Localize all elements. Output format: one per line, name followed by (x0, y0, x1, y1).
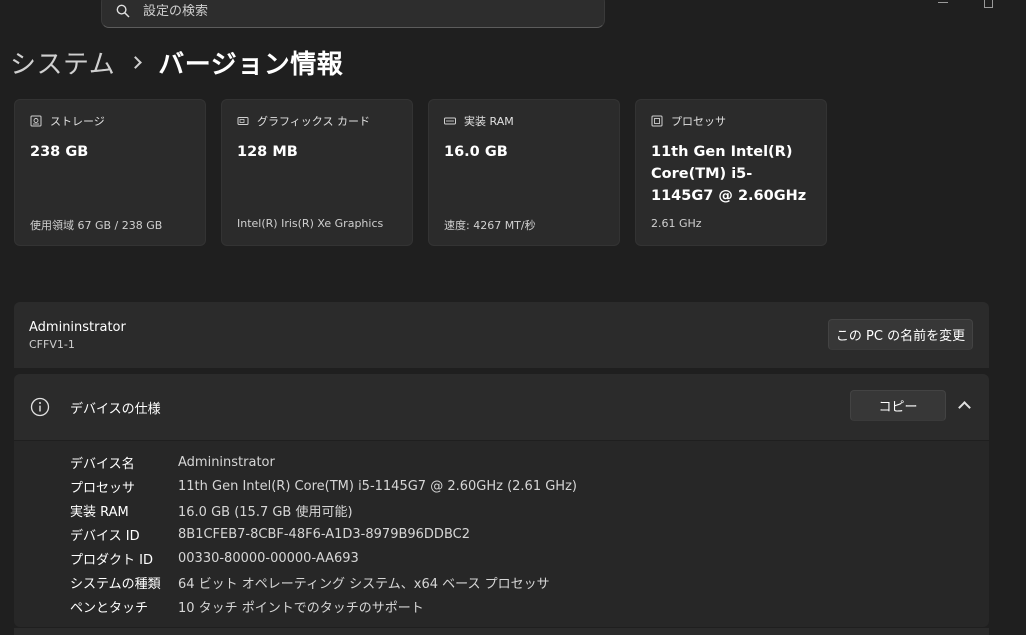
device-spec-title: デバイスの仕様 (70, 401, 161, 417)
spec-value: 64 ビット オペレーティング システム、x64 ベース プロセッサ (178, 576, 550, 592)
storage-card[interactable]: ストレージ 238 GB 使用領域 67 GB / 238 GB (14, 99, 206, 246)
card-label: グラフィックス カード (257, 115, 370, 128)
restore-button[interactable] (984, 0, 993, 8)
minimize-button[interactable] (938, 2, 948, 3)
spec-label: システムの種類 (70, 576, 161, 592)
spec-row: ペンとタッチ 10 タッチ ポイントでのタッチのサポート (14, 594, 989, 618)
spec-label: 実装 RAM (70, 504, 129, 520)
rename-pc-button[interactable]: この PC の名前を変更 (828, 319, 973, 350)
spec-row: システムの種類 64 ビット オペレーティング システム、x64 ベース プロセ… (14, 570, 989, 594)
search-box[interactable] (101, 0, 605, 28)
chevron-right-icon (129, 56, 143, 69)
spec-row: デバイス名 Admininstrator (14, 450, 989, 474)
card-sub: 速度: 4267 MT/秒 (444, 219, 536, 232)
search-icon (116, 4, 130, 18)
spec-label: ペンとタッチ (70, 600, 149, 616)
search-input[interactable] (143, 3, 563, 19)
device-spec-header[interactable]: デバイスの仕様 コピー (14, 374, 989, 440)
graphics-card-icon (237, 117, 249, 125)
card-value: 238 GB (30, 144, 89, 160)
spec-row: プロセッサ 11th Gen Intel(R) Core(TM) i5-1145… (14, 474, 989, 498)
spec-label: デバイス ID (70, 528, 140, 544)
settings-window: システム バージョン情報 ストレージ 238 GB 使用領域 67 GB / 2… (0, 0, 1026, 635)
card-label: プロセッサ (671, 115, 726, 128)
card-label: ストレージ (50, 115, 105, 128)
spec-row: デバイス ID 8B1CFEB7-8CBF-48F6-A1D3-8979B96D… (14, 522, 989, 546)
spec-value: Admininstrator (178, 454, 275, 470)
chevron-up-icon[interactable] (958, 401, 971, 414)
spec-value: 00330-80000-00000-AA693 (178, 550, 359, 566)
spec-value: 10 タッチ ポイントでのタッチのサポート (178, 600, 424, 616)
copy-button[interactable]: コピー (850, 390, 946, 421)
storage-icon (30, 115, 42, 127)
spec-value: 8B1CFEB7-8CBF-48F6-A1D3-8979B96DDBC2 (178, 526, 470, 542)
card-value: 11th Gen Intel(R) Core(TM) i5-1145G7 @ 2… (651, 144, 807, 204)
breadcrumb-system[interactable]: システム (10, 44, 115, 81)
card-value: 16.0 GB (444, 144, 508, 160)
card-label: 実装 RAM (464, 115, 514, 128)
card-sub: 2.61 GHz (651, 217, 702, 230)
processor-icon (651, 115, 663, 127)
device-spec-list: デバイス名 Admininstrator プロセッサ 11th Gen Inte… (14, 441, 989, 627)
spec-value: 11th Gen Intel(R) Core(TM) i5-1145G7 @ 2… (178, 478, 577, 494)
spec-value: 16.0 GB (15.7 GB 使用可能) (178, 504, 353, 520)
card-sub: 使用領域 67 GB / 238 GB (30, 219, 163, 232)
breadcrumb: システム バージョン情報 (10, 44, 343, 81)
ram-icon (444, 117, 456, 125)
graphics-card[interactable]: グラフィックス カード 128 MB Intel(R) Iris(R) Xe G… (221, 99, 413, 246)
spec-label: プロセッサ (70, 480, 136, 496)
spec-row: 実装 RAM 16.0 GB (15.7 GB 使用可能) (14, 498, 989, 522)
processor-card[interactable]: プロセッサ 11th Gen Intel(R) Core(TM) i5-1145… (635, 99, 827, 246)
card-value: 128 MB (237, 144, 298, 160)
next-section-edge (14, 628, 989, 635)
spec-label: プロダクト ID (70, 552, 153, 568)
pc-name-panel: Admininstrator CFFV1-1 この PC の名前を変更 (14, 302, 989, 368)
page-title: バージョン情報 (158, 50, 344, 80)
spec-label: デバイス名 (70, 456, 135, 472)
info-icon (30, 397, 50, 417)
ram-card[interactable]: 実装 RAM 16.0 GB 速度: 4267 MT/秒 (428, 99, 620, 246)
spec-row: プロダクト ID 00330-80000-00000-AA693 (14, 546, 989, 570)
card-sub: Intel(R) Iris(R) Xe Graphics (237, 217, 384, 230)
